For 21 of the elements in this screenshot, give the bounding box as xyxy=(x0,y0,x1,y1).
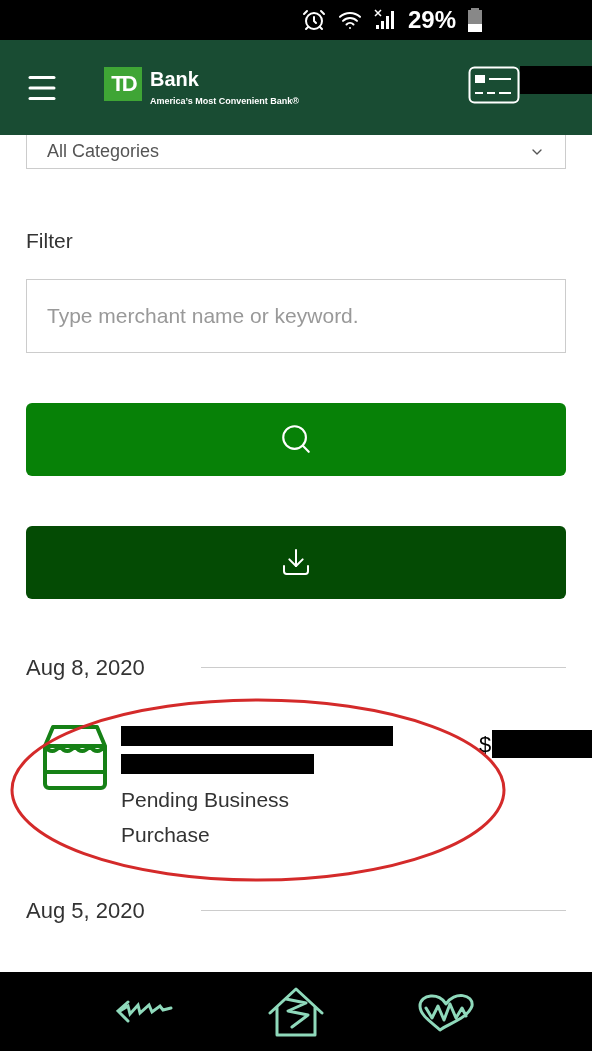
transaction-description: Pending Business Purchase xyxy=(121,786,291,848)
signal-icon xyxy=(373,9,396,31)
heart-icon[interactable] xyxy=(416,991,476,1032)
battery-percent: 29% xyxy=(407,5,456,35)
category-select[interactable]: All Categories xyxy=(26,135,566,169)
battery-icon xyxy=(468,8,482,32)
alarm-icon xyxy=(301,8,326,32)
home-icon[interactable] xyxy=(268,986,324,1037)
redaction-bar xyxy=(520,66,592,94)
date-heading: Aug 5, 2020 xyxy=(26,896,145,925)
amount-prefix: $ xyxy=(479,730,492,759)
filter-label: Filter xyxy=(26,228,74,254)
date-heading: Aug 8, 2020 xyxy=(26,653,145,682)
storefront-icon xyxy=(43,723,107,790)
card-icon[interactable] xyxy=(468,66,520,104)
search-icon xyxy=(279,422,313,456)
download-icon xyxy=(280,546,312,578)
brand-tagline: America’s Most Convenient Bank® xyxy=(150,94,299,108)
logo-mark: TD xyxy=(104,66,142,101)
filter-input[interactable]: Type merchant name or keyword. xyxy=(26,278,566,353)
brand-name: Bank xyxy=(150,66,200,91)
